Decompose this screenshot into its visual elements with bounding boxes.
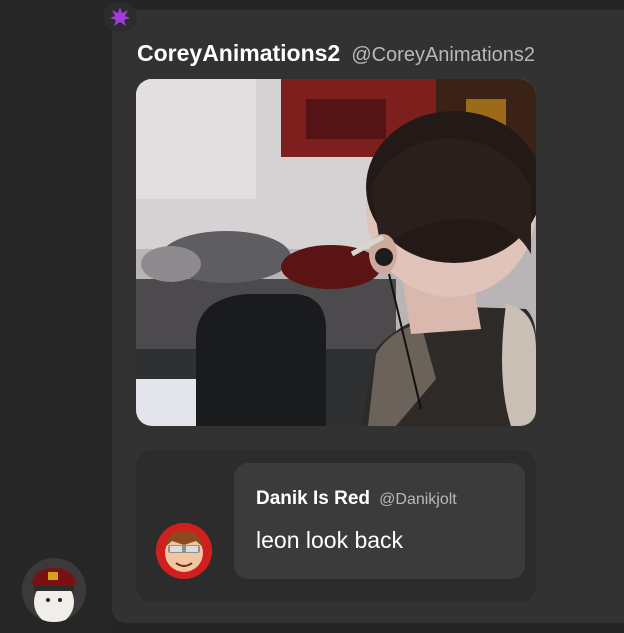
post-card[interactable]: CoreyAnimations2 @CoreyAnimations2 Danik… xyxy=(112,10,624,623)
post-media-image[interactable] xyxy=(136,79,536,426)
author-name[interactable]: CoreyAnimations2 xyxy=(137,40,340,66)
video-frame-illustration xyxy=(136,79,536,426)
post-author[interactable]: CoreyAnimations2 @CoreyAnimations2 xyxy=(137,38,535,71)
quote-bubble[interactable]: Danik Is Red @Danikjolt leon look back xyxy=(234,463,525,579)
quote-author-avatar[interactable] xyxy=(156,523,212,579)
quote-author-name[interactable]: Danik Is Red xyxy=(256,488,370,509)
current-user-avatar[interactable] xyxy=(22,558,86,622)
page: CoreyAnimations2 @CoreyAnimations2 Danik… xyxy=(0,0,624,633)
badge xyxy=(103,2,137,32)
quote-author[interactable]: Danik Is Red @Danikjolt xyxy=(256,485,457,514)
quoted-post[interactable]: Danik Is Red @Danikjolt leon look back xyxy=(136,450,536,602)
left-rail xyxy=(0,0,112,633)
avatar-illustration xyxy=(22,558,86,622)
quote-text: leon look back xyxy=(256,527,404,553)
cartoon-avatar-illustration xyxy=(156,523,212,579)
quote-author-handle[interactable]: @Danikjolt xyxy=(379,491,457,508)
star-badge-icon xyxy=(110,7,130,26)
author-handle[interactable]: @CoreyAnimations2 xyxy=(351,44,535,66)
